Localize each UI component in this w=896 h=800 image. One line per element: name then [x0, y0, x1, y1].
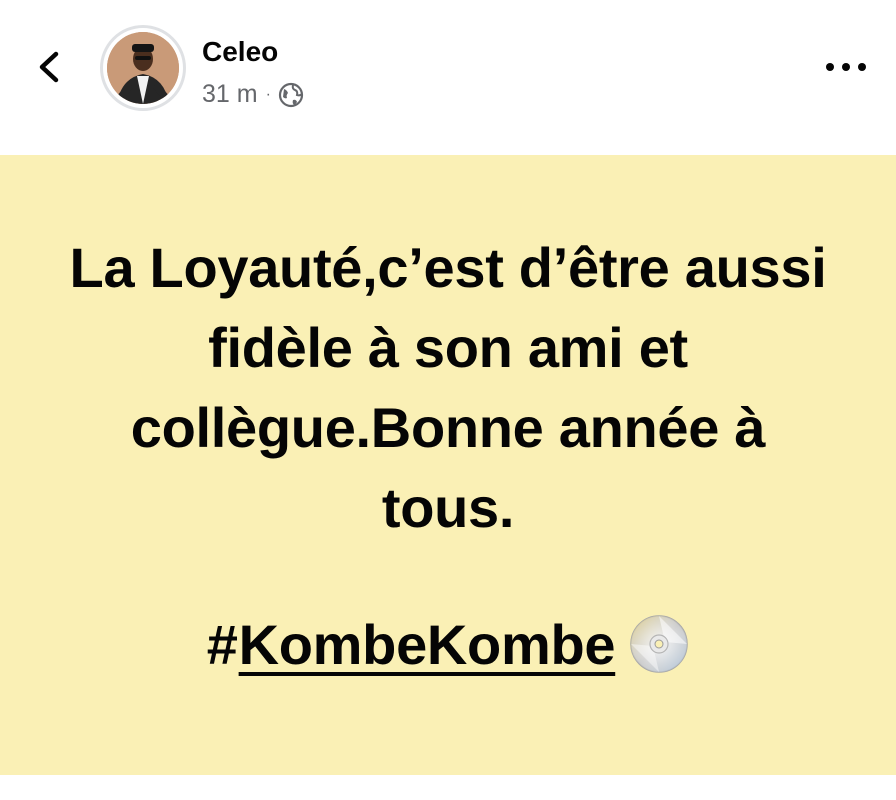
post-text: La Loyauté,c’est d’être aussi fidèle à s… [69, 236, 827, 539]
hashtag-link[interactable]: KombeKombe [239, 613, 616, 676]
more-dot [842, 63, 850, 71]
hashtag-symbol: # [206, 613, 238, 676]
more-dot [858, 63, 866, 71]
more-options-button[interactable] [826, 56, 866, 78]
chevron-left-icon [39, 51, 59, 83]
meta-separator: · [265, 85, 271, 103]
post-timestamp[interactable]: 31 m [202, 80, 258, 109]
more-horizontal-icon [826, 63, 834, 71]
optical-disc-icon [630, 615, 688, 673]
author-name[interactable]: Celeo [202, 36, 278, 68]
author-avatar[interactable] [100, 25, 186, 111]
avatar-photo [107, 32, 179, 104]
post-header: Celeo 31 m · [0, 0, 896, 155]
globe-icon[interactable] [278, 82, 304, 108]
bottom-divider [0, 775, 896, 800]
hashtag-line: #KombeKombe [0, 605, 896, 685]
back-button[interactable] [30, 44, 70, 90]
post-meta: 31 m · [202, 80, 304, 109]
